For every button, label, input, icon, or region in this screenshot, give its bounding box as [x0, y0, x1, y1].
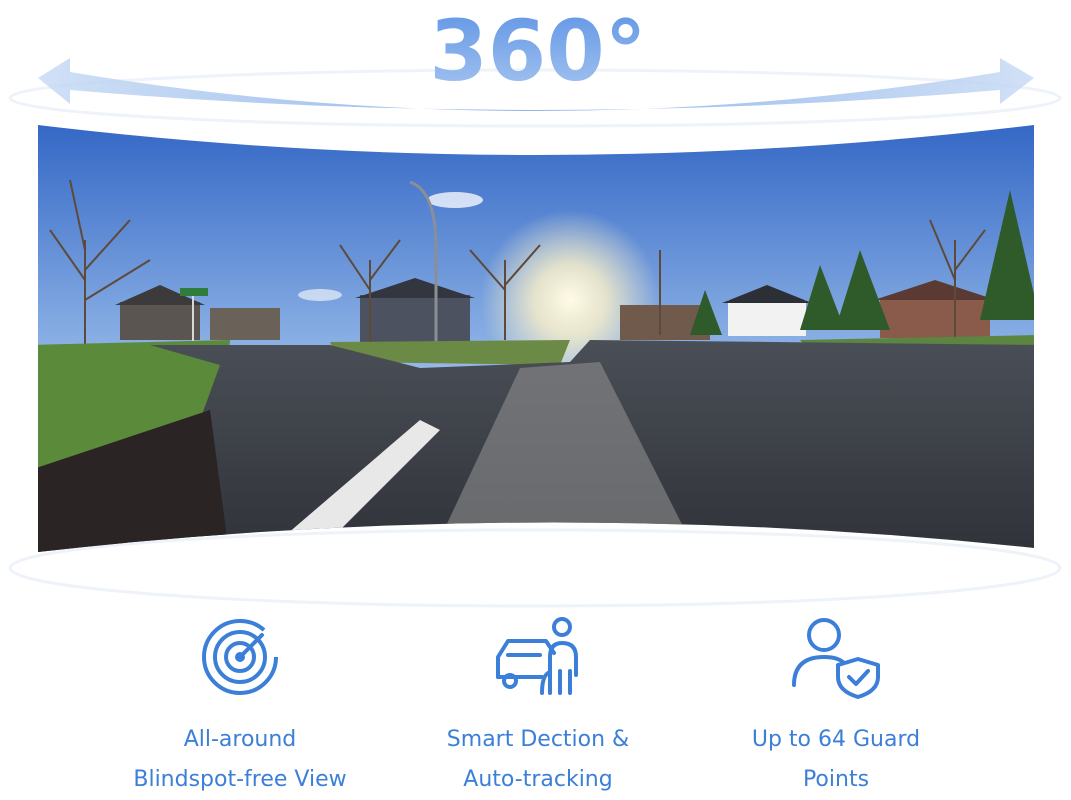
feature-label: All-around Blindspot-free View	[90, 720, 390, 800]
car-person-tracking-icon	[483, 612, 593, 702]
feature-smart-detection: Smart Dection & Auto-tracking	[388, 612, 688, 800]
user-shield-icon	[781, 612, 891, 702]
panorama-image	[38, 125, 1034, 552]
bottom-ring	[8, 528, 1062, 608]
feature-label-line1: Up to 64 Guard	[751, 727, 921, 752]
feature-label-line2: Auto-tracking	[463, 767, 613, 792]
radar-icon	[185, 612, 295, 702]
degree-label: 360°	[429, 2, 646, 100]
panorama-hero: 360°	[8, 2, 1062, 608]
feature-guard-points: Up to 64 Guard Points	[686, 612, 986, 800]
feature-label: Smart Dection & Auto-tracking	[388, 720, 688, 800]
feature-label-line2: Blindspot-free View	[133, 767, 347, 792]
feature-blindspot-free: All-around Blindspot-free View	[90, 612, 390, 800]
feature-label-line1: Smart Dection &	[446, 727, 630, 752]
feature-label-line2: Points	[802, 767, 870, 792]
feature-label: Up to 64 Guard Points	[686, 720, 986, 800]
feature-label-line1: All-around	[183, 727, 297, 752]
